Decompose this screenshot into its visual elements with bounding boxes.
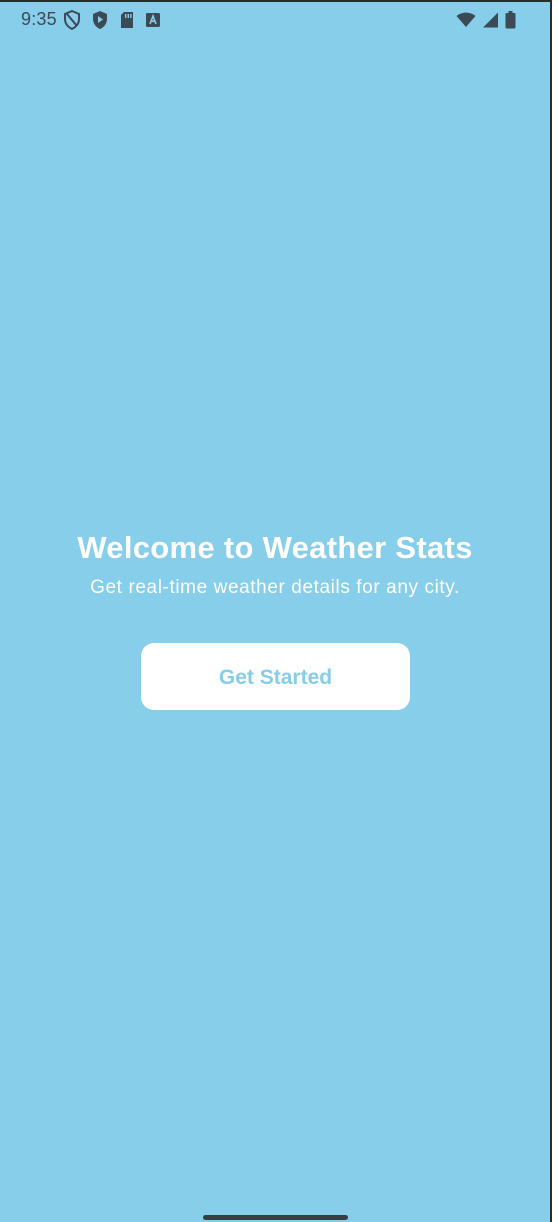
welcome-title: Welcome to Weather Stats <box>77 530 473 565</box>
wifi-icon <box>456 12 476 28</box>
sd-card-icon <box>119 11 135 29</box>
keyboard-a-icon <box>145 12 161 28</box>
status-notification-icons <box>63 10 161 30</box>
battery-icon <box>505 11 516 29</box>
home-indicator[interactable] <box>203 1215 348 1220</box>
cellular-signal-icon <box>482 12 499 28</box>
status-bar: 9:35 <box>0 2 550 40</box>
app-screen: 9:35 Welcome to Weather Stats Get real-t… <box>0 0 552 1222</box>
status-system-icons <box>456 11 516 29</box>
welcome-section: Welcome to Weather Stats Get real-time w… <box>0 529 550 600</box>
play-shield-icon <box>91 10 109 30</box>
privacy-shield-icon <box>63 10 81 30</box>
welcome-subtitle: Get real-time weather details for any ci… <box>90 577 460 598</box>
get-started-button[interactable]: Get Started <box>141 643 410 710</box>
status-time: 9:35 <box>21 9 57 29</box>
